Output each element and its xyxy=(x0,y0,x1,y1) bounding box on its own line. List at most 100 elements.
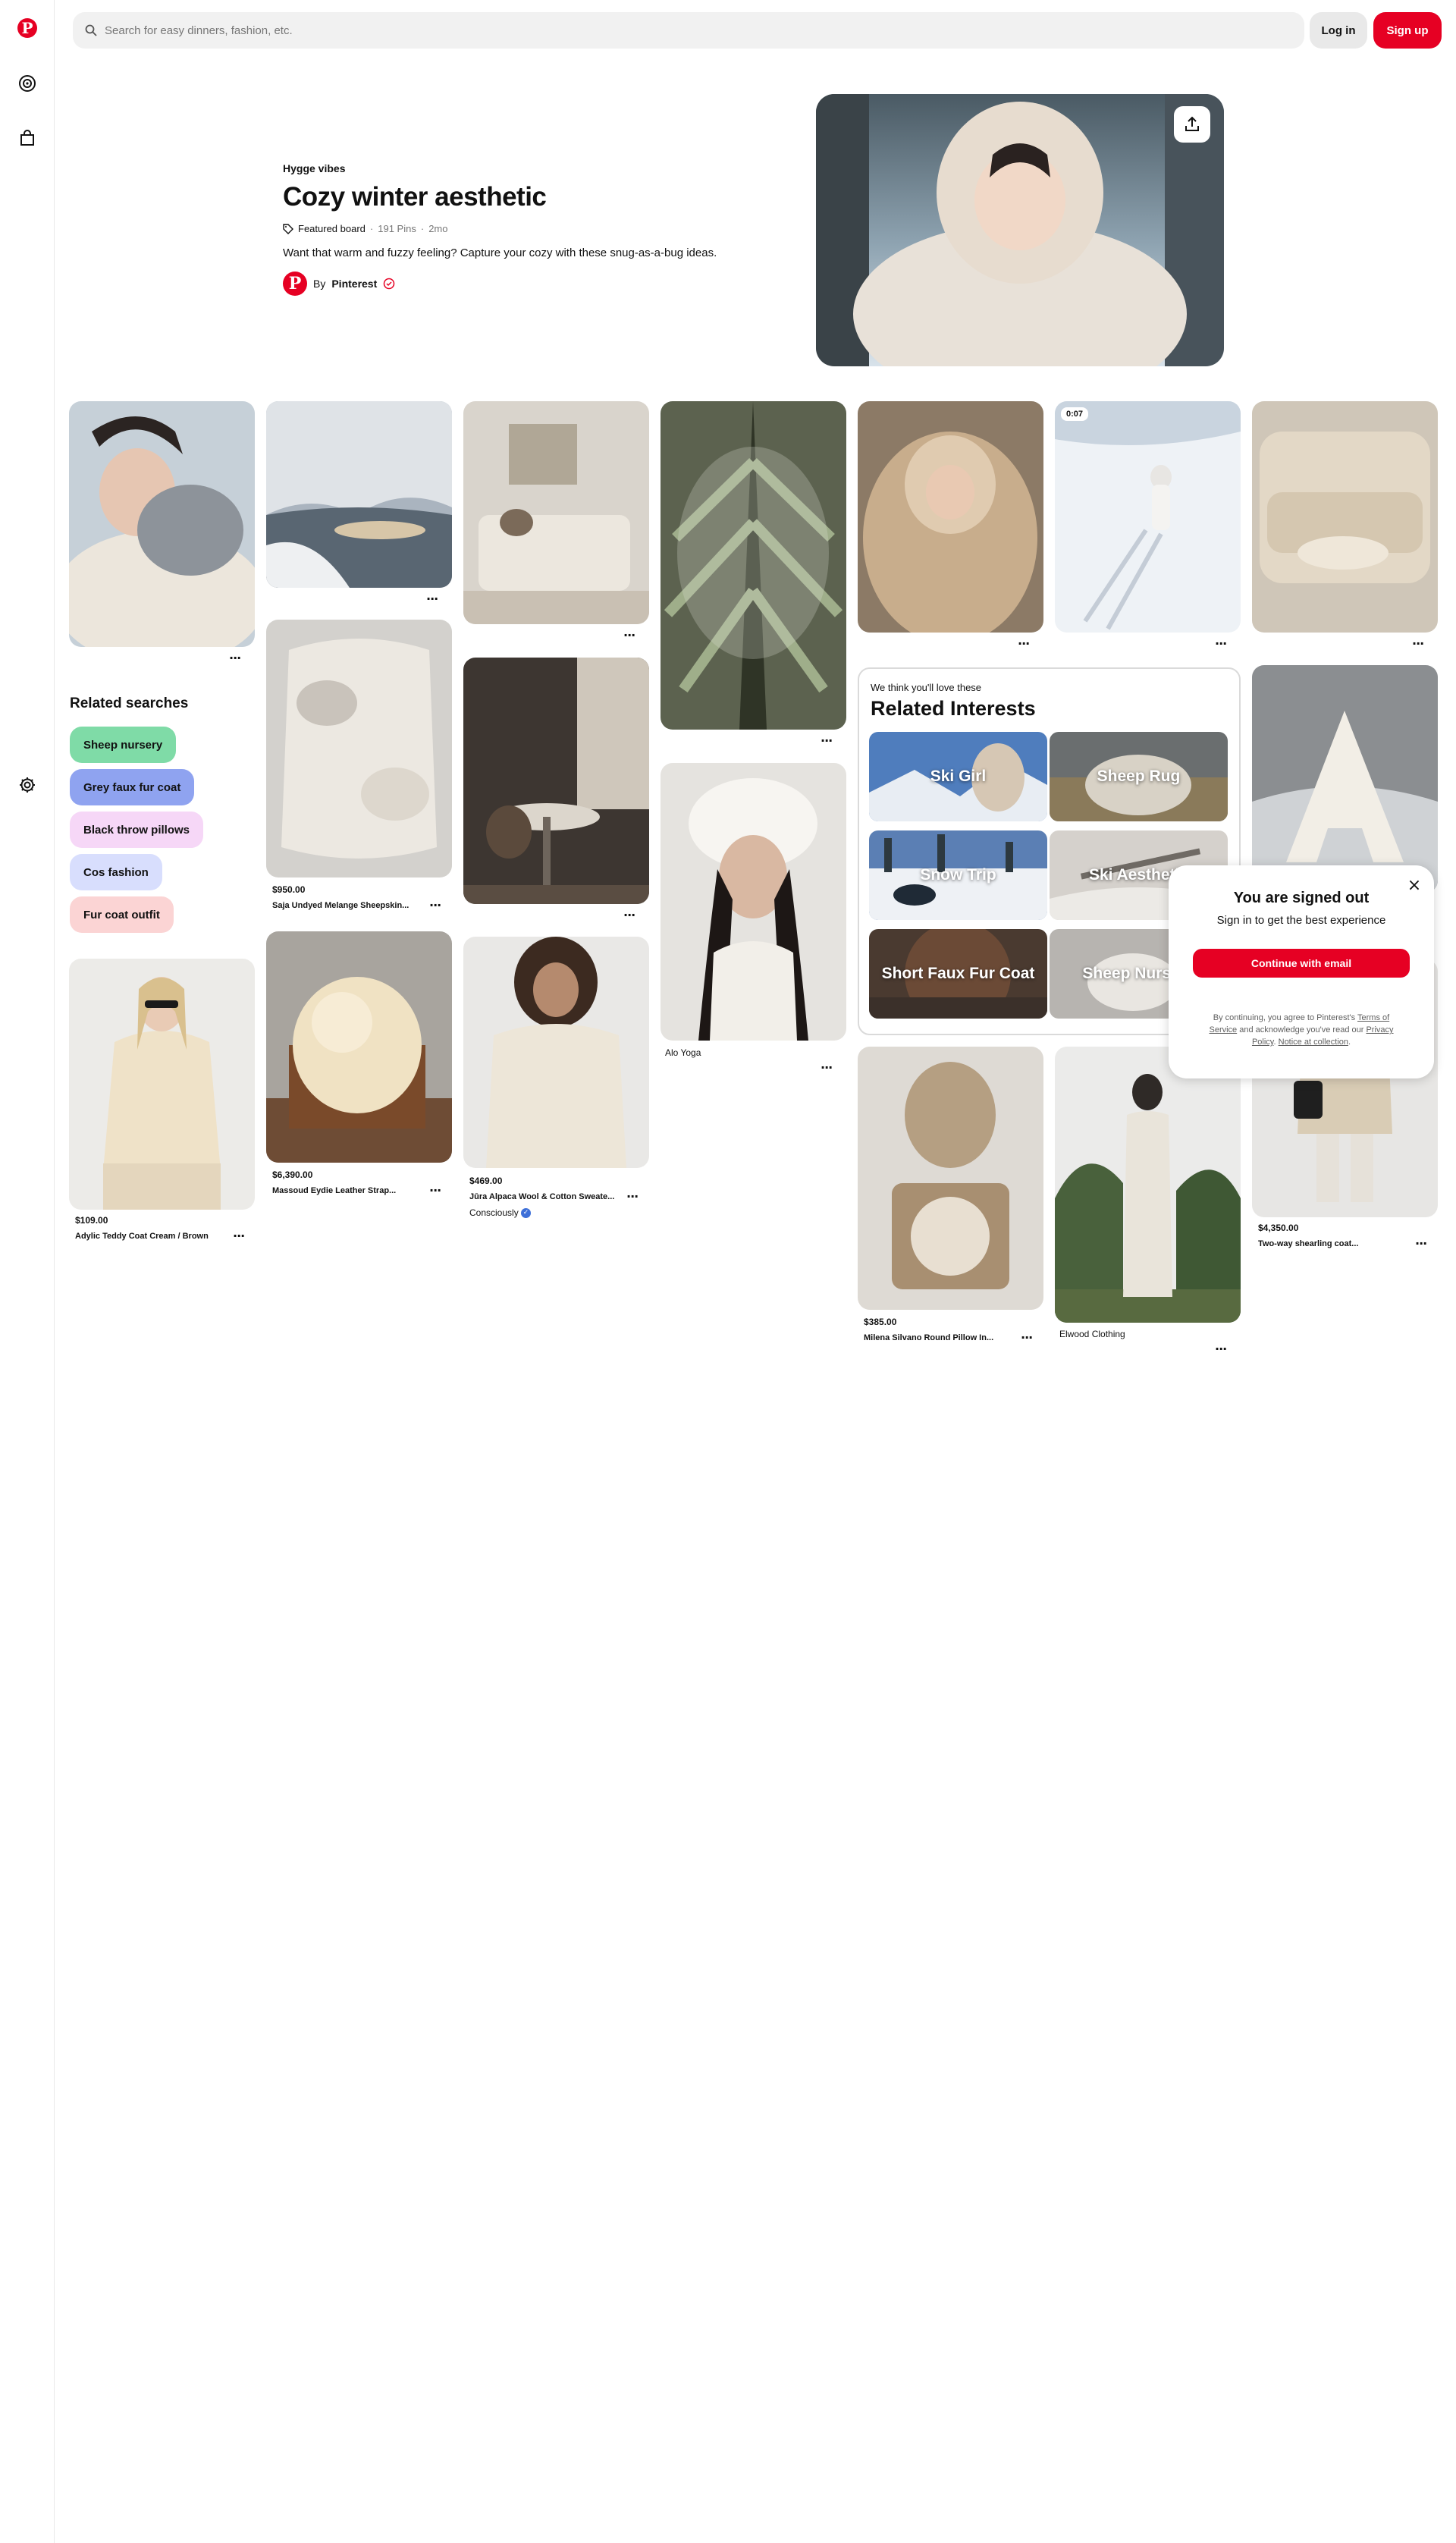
interest-tile-snow-trip[interactable]: Snow Trip xyxy=(869,830,1047,920)
pin-dining[interactable] xyxy=(463,658,649,904)
signup-button[interactable]: Sign up xyxy=(1373,12,1442,49)
pin-title[interactable]: Saja Undyed Melange Sheepskin... xyxy=(272,901,409,910)
chip-grey-faux-fur-coat[interactable]: Grey faux fur coat xyxy=(70,769,195,805)
pin-more-button[interactable]: ··· xyxy=(626,1189,639,1204)
pin-fur-chair[interactable] xyxy=(266,931,452,1163)
brand-name: Consciously xyxy=(469,1207,519,1218)
pin-fur-hood[interactable] xyxy=(858,401,1043,633)
legal-text: By continuing, you agree to Pinterest's xyxy=(1213,1013,1358,1022)
interest-tile-short-faux-fur-coat[interactable]: Short Faux Fur Coat xyxy=(869,929,1047,1019)
gear-icon[interactable] xyxy=(15,773,39,797)
pin-more-button[interactable]: ··· xyxy=(1215,1342,1227,1356)
legal-text: . xyxy=(1348,1038,1351,1047)
login-button[interactable]: Log in xyxy=(1310,12,1367,49)
board-cover-image[interactable] xyxy=(816,94,1224,366)
pin-more-button[interactable]: ··· xyxy=(623,628,635,642)
legal-text: and acknowledge you've read our xyxy=(1237,1025,1367,1034)
continue-with-email-button[interactable]: Continue with email xyxy=(1193,949,1410,978)
pin-more-button[interactable]: ··· xyxy=(233,1229,245,1243)
pin-title[interactable]: Massoud Eydie Leather Strap... xyxy=(272,1186,396,1195)
board-author[interactable]: P By Pinterest xyxy=(283,272,395,296)
pin-teddy-coat[interactable] xyxy=(69,959,255,1210)
interest-label: Snow Trip xyxy=(920,866,996,884)
interest-tile-sheep-rug[interactable]: Sheep Rug xyxy=(1050,732,1228,821)
interest-tile-ski-girl[interactable]: Ski Girl xyxy=(869,732,1047,821)
video-duration-badge: 0:07 xyxy=(1061,407,1089,421)
pin-sweater[interactable] xyxy=(463,937,649,1168)
pin-a-pillow[interactable] xyxy=(1252,665,1438,893)
pin-more-button[interactable]: ··· xyxy=(1415,1236,1427,1251)
pin-white-hat[interactable] xyxy=(661,763,846,1041)
notice-link[interactable]: Notice at collection xyxy=(1279,1038,1348,1047)
pin-title[interactable]: Two-way shearling coat... xyxy=(1258,1239,1358,1248)
modal-legal-text: By continuing, you agree to Pinterest's … xyxy=(1199,1012,1404,1048)
share-button[interactable] xyxy=(1174,106,1210,143)
pin-more-button[interactable]: ··· xyxy=(429,1183,441,1198)
board-age: 2mo xyxy=(428,223,448,234)
pin-more-button[interactable]: ··· xyxy=(229,651,241,665)
pin-price: $4,350.00 xyxy=(1258,1223,1299,1233)
pinterest-logo[interactable]: P xyxy=(17,18,37,38)
board-title: Cozy winter aesthetic xyxy=(283,182,547,212)
pin-more-button[interactable]: ··· xyxy=(821,733,833,748)
pin-more-button[interactable]: ··· xyxy=(1412,636,1424,651)
search-bar[interactable] xyxy=(73,12,1304,49)
verified-icon xyxy=(384,278,395,290)
search-input[interactable] xyxy=(105,24,1242,37)
modal-subtitle: Sign in to get the best experience xyxy=(1216,914,1386,927)
pins-count: 191 Pins xyxy=(378,223,416,234)
pin-pillow-stack[interactable] xyxy=(858,1047,1043,1310)
chip-cos-fashion[interactable]: Cos fashion xyxy=(70,854,162,890)
pin-price: $469.00 xyxy=(469,1176,503,1186)
pin-price: $6,390.00 xyxy=(272,1169,313,1180)
verified-icon: ✓ xyxy=(521,1208,532,1219)
board-description: Want that warm and fuzzy feeling? Captur… xyxy=(283,246,717,259)
pin-cream-sofa[interactable] xyxy=(1252,401,1438,633)
pin-more-button[interactable]: ··· xyxy=(1215,636,1227,651)
author-name[interactable]: Pinterest xyxy=(331,278,377,290)
pin-brand[interactable]: Consciously ✓ xyxy=(469,1207,532,1219)
shopping-bag-icon[interactable] xyxy=(15,126,39,150)
pin-brand[interactable]: Elwood Clothing xyxy=(1059,1329,1125,1339)
pin-price: $109.00 xyxy=(75,1215,108,1226)
tag-icon xyxy=(283,223,293,234)
pin-more-button[interactable]: ··· xyxy=(623,908,635,922)
by-prefix: By xyxy=(313,278,326,290)
pin-title[interactable]: Adylic Teddy Coat Cream / Brown xyxy=(75,1232,209,1241)
pin-scarf-girl[interactable] xyxy=(69,401,255,647)
pin-sofa-room[interactable] xyxy=(463,401,649,624)
pin-price: $950.00 xyxy=(272,884,306,895)
pin-sheepskin[interactable] xyxy=(266,620,452,877)
pin-title[interactable]: Jūra Alpaca Wool & Cotton Sweate... xyxy=(469,1192,614,1201)
avatar[interactable]: P xyxy=(283,272,307,296)
pin-brand[interactable]: Alo Yoga xyxy=(665,1047,701,1058)
pin-more-button[interactable]: ··· xyxy=(1018,636,1030,651)
chip-black-throw-pillows[interactable]: Black throw pillows xyxy=(70,812,204,848)
interest-label: Short Faux Fur Coat xyxy=(881,965,1035,982)
interest-label: Ski Girl xyxy=(930,768,987,785)
pin-ski-walk[interactable]: 0:07 xyxy=(1055,401,1241,633)
pin-more-button[interactable]: ··· xyxy=(426,592,438,606)
chip-fur-coat-outfit[interactable]: Fur coat outfit xyxy=(70,896,174,933)
related-searches-title: Related searches xyxy=(70,695,189,711)
pin-more-button[interactable]: ··· xyxy=(821,1060,833,1075)
share-icon xyxy=(1185,116,1199,131)
chip-sheep-nursery[interactable]: Sheep nursery xyxy=(70,727,177,763)
pin-more-button[interactable]: ··· xyxy=(1021,1330,1033,1345)
related-interests-title: Related Interests xyxy=(871,697,1036,720)
modal-title: You are signed out xyxy=(1233,890,1370,906)
board-subtitle: Hygge vibes xyxy=(283,162,346,174)
pin-elwood[interactable] xyxy=(1055,1047,1241,1323)
interest-label: Sheep Rug xyxy=(1097,768,1181,785)
left-nav-rail: P xyxy=(0,0,55,2543)
featured-label: Featured board xyxy=(298,223,366,234)
board-meta: Featured board · 191 Pins · 2mo xyxy=(283,223,447,234)
related-interests-subtitle: We think you'll love these xyxy=(871,682,982,693)
pin-more-button[interactable]: ··· xyxy=(429,898,441,912)
compass-icon[interactable] xyxy=(15,71,39,96)
pin-snow-river[interactable] xyxy=(266,401,452,588)
search-icon xyxy=(85,24,97,36)
pin-title[interactable]: Milena Silvano Round Pillow In... xyxy=(864,1333,993,1342)
pin-pine[interactable] xyxy=(661,401,846,730)
pin-price: $385.00 xyxy=(864,1317,897,1327)
